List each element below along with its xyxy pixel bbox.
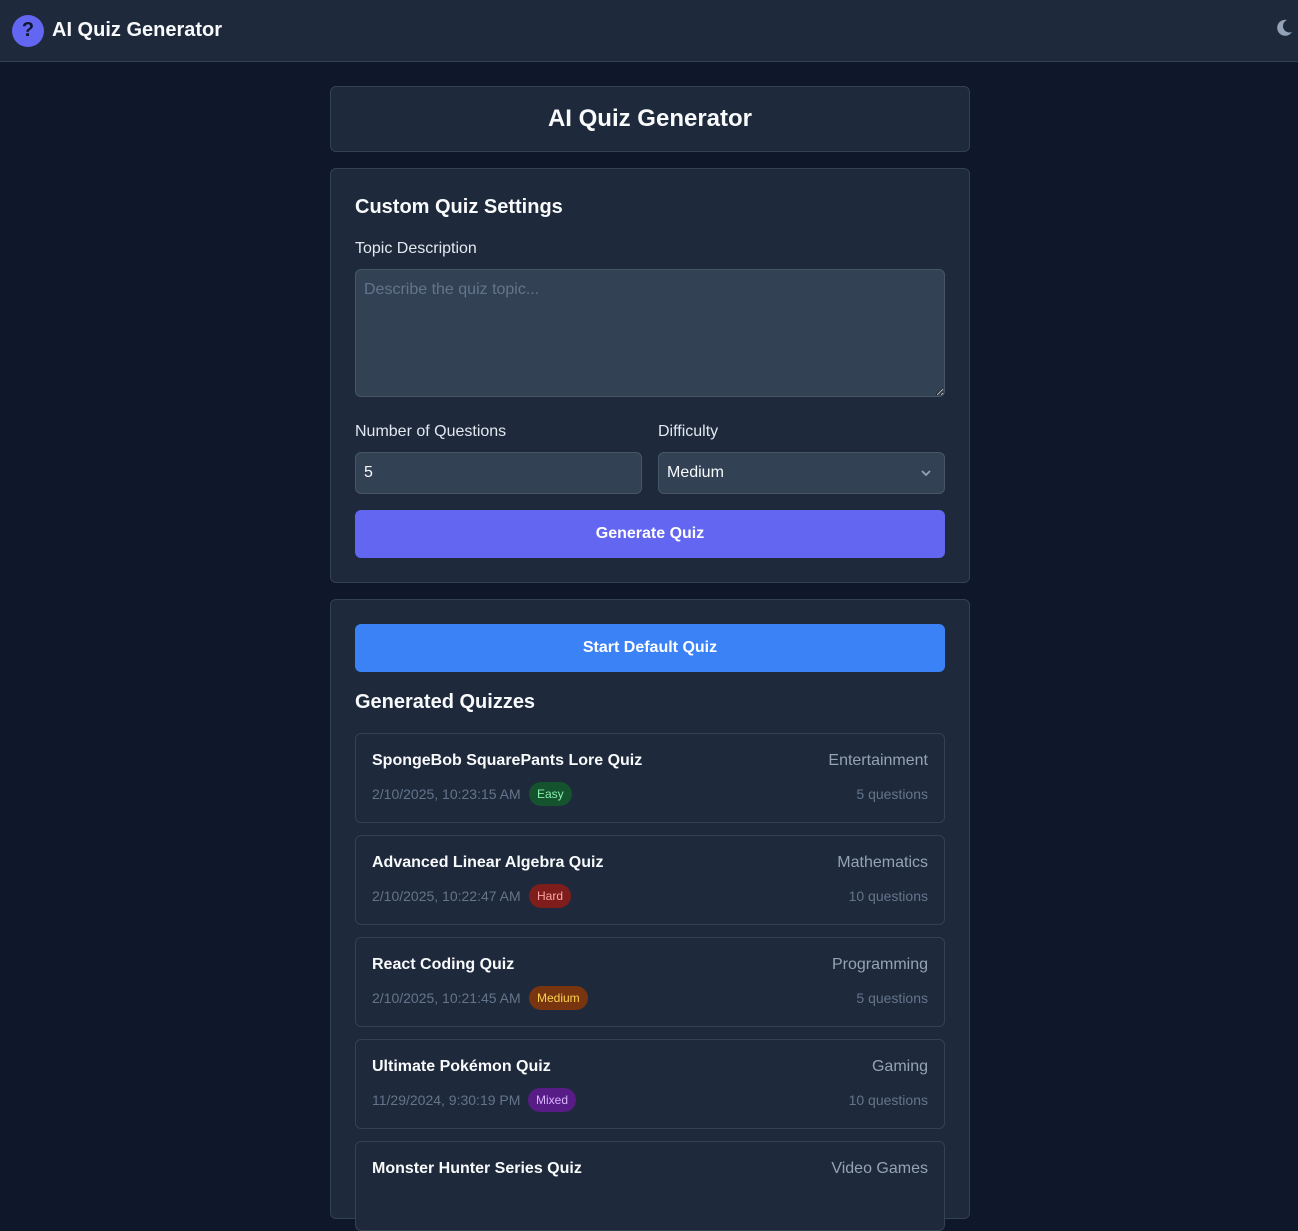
page-title: AI Quiz Generator — [547, 105, 753, 132]
questions-label: Number of Questions — [355, 423, 507, 440]
quiz-category: Video Games — [831, 1160, 928, 1177]
question-count: 5 questions — [856, 786, 928, 802]
quiz-category: Entertainment — [828, 752, 928, 769]
difficulty-label: Difficulty — [658, 423, 719, 440]
quiz-list-item[interactable]: React Coding Quiz Programming 2/10/2025,… — [355, 937, 945, 1027]
quiz-list-item[interactable]: Advanced Linear Algebra Quiz Mathematics… — [355, 835, 945, 925]
quiz-list-card: Start Default Quiz Generated Quizzes Spo… — [330, 599, 970, 1231]
difficulty-value: Medium — [667, 464, 724, 481]
header-card: AI Quiz Generator — [330, 86, 970, 152]
quiz-title: Monster Hunter Series Quiz — [372, 1160, 582, 1177]
difficulty-select[interactable]: Medium — [658, 452, 945, 494]
chevron-down-icon — [921, 470, 931, 477]
generated-quizzes-title: Generated Quizzes — [355, 691, 536, 713]
quiz-title: Ultimate Pokémon Quiz — [372, 1058, 551, 1075]
quiz-category: Programming — [831, 956, 928, 973]
quiz-date: 2/10/2025, 10:22:47 AM — [372, 888, 521, 904]
quiz-category: Gaming — [871, 1058, 928, 1075]
quiz-list-item[interactable]: Monster Hunter Series Quiz Video Games — [355, 1141, 945, 1231]
quiz-date: 2/10/2025, 10:21:45 AM — [372, 990, 521, 1006]
moon-icon[interactable] — [1274, 18, 1294, 38]
quiz-settings-card: Custom Quiz Settings Topic Description N… — [330, 168, 970, 583]
quiz-list-item[interactable]: Ultimate Pokémon Quiz Gaming 11/29/2024,… — [355, 1039, 945, 1129]
difficulty-badge: Easy — [529, 782, 572, 806]
difficulty-badge: Medium — [529, 986, 588, 1010]
settings-title: Custom Quiz Settings — [355, 196, 563, 218]
top-bar: ? AI Quiz Generator — [0, 0, 1298, 62]
topic-description-input[interactable] — [355, 269, 945, 397]
question-count: 5 questions — [856, 990, 928, 1006]
question-count-input[interactable] — [355, 452, 642, 494]
topic-label: Topic Description — [355, 240, 477, 257]
question-count: 10 questions — [848, 1092, 928, 1108]
quiz-date: 11/29/2024, 9:30:19 PM — [372, 1092, 521, 1108]
generate-quiz-button[interactable]: Generate Quiz — [355, 510, 945, 558]
quiz-list-item[interactable]: SpongeBob SquarePants Lore Quiz Entertai… — [355, 733, 945, 823]
quiz-date: 2/10/2025, 10:23:15 AM — [372, 786, 521, 802]
difficulty-badge: Mixed — [528, 1088, 577, 1112]
app-title: AI Quiz Generator — [52, 19, 223, 41]
difficulty-badge: Hard — [529, 884, 572, 908]
question-count: 10 questions — [848, 888, 928, 904]
quiz-category: Mathematics — [837, 854, 928, 871]
question-mark-icon: ? — [12, 14, 44, 47]
quiz-title: React Coding Quiz — [372, 956, 515, 973]
quiz-title: Advanced Linear Algebra Quiz — [372, 854, 604, 871]
quiz-title: SpongeBob SquarePants Lore Quiz — [372, 752, 643, 769]
start-default-quiz-button[interactable]: Start Default Quiz — [355, 624, 945, 672]
